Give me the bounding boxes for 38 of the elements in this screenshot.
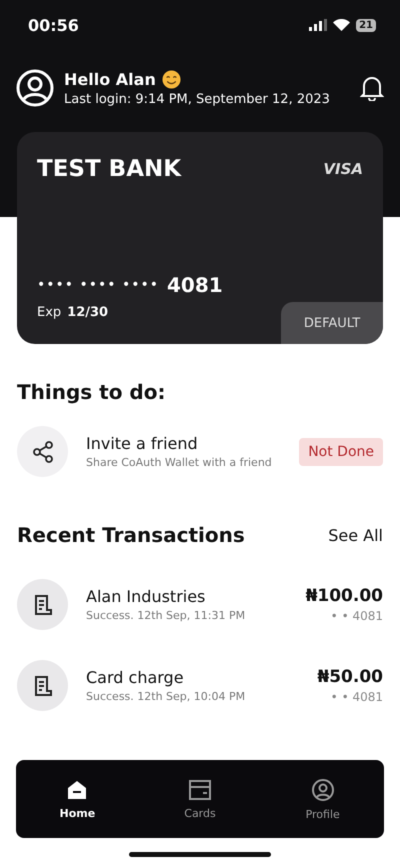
nav-tab[interactable]: Profile (261, 760, 384, 838)
battery-icon: 21 (356, 18, 376, 32)
card-digits: • • 4081 (330, 609, 383, 623)
bank-name: TEST BANK (37, 156, 182, 182)
expiry-date: 12/30 (67, 305, 108, 320)
card-last-digits: 4081 (167, 273, 223, 297)
transaction-detail: Success. 12th Sep, 11:31 PM (86, 609, 246, 622)
task-subtitle: Share CoAuth Wallet with a friend (86, 456, 273, 469)
expiry-label: Exp (37, 305, 62, 320)
nav-tab[interactable]: Home (16, 760, 139, 838)
bell-icon[interactable] (360, 75, 384, 101)
masked-digits: •••• •••• •••• (37, 277, 159, 293)
default-badge: DEFAULT (281, 302, 383, 344)
avatar-icon[interactable] (16, 69, 54, 107)
card-icon (188, 778, 212, 800)
task-title: Invite a friend (86, 434, 199, 453)
home-icon (66, 778, 88, 800)
transaction-detail: Success. 12th Sep, 10:04 PM (86, 690, 246, 703)
see-all-link[interactable]: See All (328, 526, 383, 544)
transaction-amount: ₦100.00 (306, 586, 383, 606)
last-login: Last login: 9:14 PM, September 12, 2023 (64, 92, 331, 106)
transaction-name: Card charge (86, 668, 185, 687)
greeting: Hello Alan (64, 70, 156, 88)
status-time: 00:56 (28, 16, 79, 34)
card-network: VISA (323, 160, 363, 178)
share-icon (30, 440, 54, 464)
profile-icon (310, 778, 335, 802)
section-title: Things to do: (17, 380, 166, 404)
wifi-icon (333, 19, 350, 31)
section-title: Recent Transactions (17, 523, 245, 547)
smiley-icon (162, 70, 181, 88)
bank-card[interactable]: TEST BANK VISA •••• •••• •••• 4081 Exp 12/30 DEFAULT (17, 132, 383, 344)
card-digits: • • 4081 (330, 690, 383, 704)
transaction-amount: ₦50.00 (317, 667, 383, 687)
nav-tab[interactable]: Cards (138, 760, 262, 838)
signal-icon (309, 19, 328, 31)
transaction-name: Alan Industries (86, 587, 206, 606)
status-badge: Not Done (299, 438, 383, 466)
